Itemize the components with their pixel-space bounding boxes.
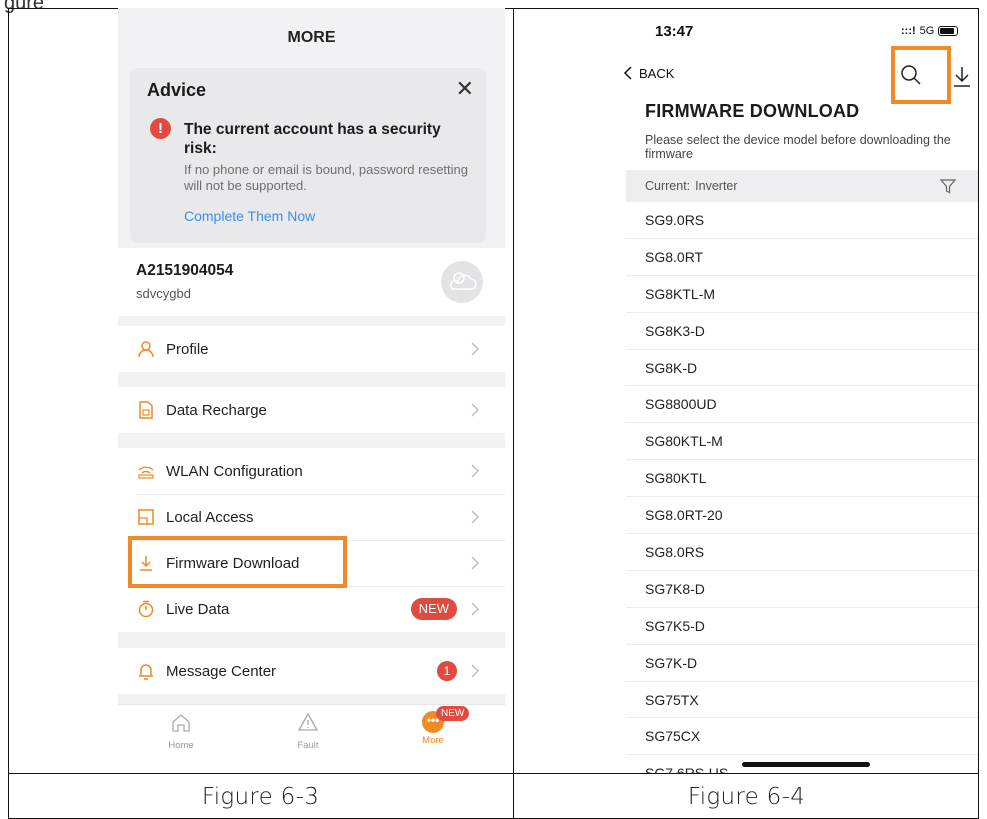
model-list-item[interactable]: SG7K5-D (626, 608, 978, 645)
sim-card-icon (136, 400, 156, 420)
more-screen: MORE Advice ✕ ! The current account has … (118, 8, 505, 760)
advice-card: Advice ✕ ! The current account has a sec… (130, 68, 486, 243)
complete-them-now-link[interactable]: Complete Them Now (184, 208, 315, 224)
menu-item-wlan-configuration[interactable]: WLAN Configuration (118, 448, 505, 494)
warning-icon: ! (150, 118, 171, 139)
tab-label: Fault (297, 740, 319, 751)
model-list-item[interactable]: SG8KTL-M (626, 276, 978, 313)
tab-label: Home (168, 740, 194, 751)
model-list-item[interactable]: SG7K8-D (626, 571, 978, 608)
menu-label: Data Recharge (166, 401, 267, 419)
chevron-left-icon (623, 66, 632, 80)
advice-title: Advice (147, 80, 207, 100)
model-list-item[interactable]: SG7K-D (626, 645, 978, 682)
caption-figure-6-4: Figure 6-4 (687, 783, 806, 810)
home-icon (172, 714, 190, 732)
wifi-router-icon (136, 461, 156, 481)
download-icon[interactable] (951, 61, 973, 89)
tab-more[interactable]: ••• NEW More (398, 706, 470, 746)
person-icon (136, 339, 156, 359)
new-badge: NEW (410, 598, 457, 620)
signal-icon: :::! (901, 25, 916, 37)
stopwatch-icon (136, 599, 156, 619)
tab-bar: Home Fault ••• NEW More (118, 704, 505, 760)
back-label: BACK (639, 65, 675, 81)
highlight-box-search (891, 46, 951, 104)
warning-description: If no phone or email is bound, password … (184, 162, 469, 193)
chevron-right-icon (471, 510, 479, 524)
page-description: Please select the device model before do… (645, 133, 951, 161)
model-list-item[interactable]: SG75TX (626, 682, 978, 719)
menu-group-profile: Profile (118, 326, 505, 372)
status-indicators: :::! 5G (901, 25, 959, 37)
model-list-item[interactable]: SG8.0RT (626, 239, 978, 276)
model-list: SG9.0RS SG8.0RT SG8KTL-M SG8K3-D SG8K-D SG880… (626, 202, 978, 773)
menu-group-messages: Message Center 1 (118, 648, 505, 694)
network-label: 5G (919, 25, 935, 37)
menu-label: Message Center (166, 662, 277, 680)
model-list-item[interactable]: SG8800UD (626, 386, 978, 424)
tab-label: More (422, 735, 444, 746)
bell-icon (136, 661, 156, 681)
highlight-box-firmware-download (128, 536, 347, 588)
model-list-item[interactable]: SG80KTL (626, 460, 978, 498)
account-id: A2151904054 (136, 262, 234, 279)
current-label: Current: (645, 179, 691, 193)
firmware-download-screen: 13:47 :::! 5G BACK FIRMWARE DOWNLOAD Ple… (515, 9, 978, 773)
close-icon[interactable]: ✕ (456, 78, 474, 100)
menu-label: Live Data (166, 600, 230, 618)
menu-label: Profile (166, 340, 209, 358)
back-button[interactable]: BACK (623, 65, 674, 81)
page-title: MORE (287, 29, 336, 46)
status-time: 13:47 (655, 23, 694, 40)
menu-item-local-access[interactable]: Local Access (118, 494, 505, 540)
current-filter-bar: Current: Inverter (626, 170, 978, 202)
chevron-right-icon (471, 464, 479, 478)
chevron-right-icon (471, 602, 479, 616)
tab-fault[interactable]: Fault (273, 711, 343, 751)
battery-icon (938, 26, 959, 36)
model-list-item[interactable]: SG80KTL-M (626, 423, 978, 461)
menu-item-profile[interactable]: Profile (118, 326, 505, 372)
new-badge: NEW (436, 706, 470, 721)
account-card[interactable]: A2151904054 sdvcygbd (118, 248, 505, 316)
table-divider-vertical (513, 8, 514, 819)
menu-item-message-center[interactable]: Message Center 1 (118, 648, 505, 694)
model-list-item[interactable]: SG8K-D (626, 350, 978, 387)
menu-label: WLAN Configuration (166, 462, 303, 480)
unread-count-badge: 1 (437, 661, 457, 681)
page-title: FIRMWARE DOWNLOAD (645, 101, 860, 121)
warning-triangle-icon (297, 712, 319, 731)
account-name: sdvcygbd (136, 286, 191, 301)
model-list-item[interactable]: SG75CX (626, 718, 978, 756)
menu-group-recharge: Data Recharge (118, 387, 505, 433)
weather-icon (441, 261, 483, 303)
menu-item-data-recharge[interactable]: Data Recharge (118, 387, 505, 433)
warning-title: The current account has a security risk: (184, 121, 441, 157)
tab-home[interactable]: Home (146, 711, 216, 751)
current-value: Inverter (695, 179, 738, 193)
chevron-right-icon (471, 342, 479, 356)
model-list-item[interactable]: SG9.0RS (626, 202, 978, 239)
local-access-icon (136, 507, 156, 527)
chevron-right-icon (471, 664, 479, 678)
chevron-right-icon (471, 403, 479, 417)
model-list-item[interactable]: SG8.0RT-20 (626, 497, 978, 535)
home-indicator (742, 762, 870, 767)
model-list-item[interactable]: SG8.0RS (626, 534, 978, 571)
menu-label: Local Access (166, 508, 254, 526)
chevron-right-icon (471, 556, 479, 570)
menu-item-live-data[interactable]: Live Data NEW (118, 586, 505, 632)
model-list-item[interactable]: SG8K3-D (626, 313, 978, 350)
caption-figure-6-3: Figure 6-3 (201, 783, 320, 810)
filter-icon[interactable] (940, 178, 956, 194)
